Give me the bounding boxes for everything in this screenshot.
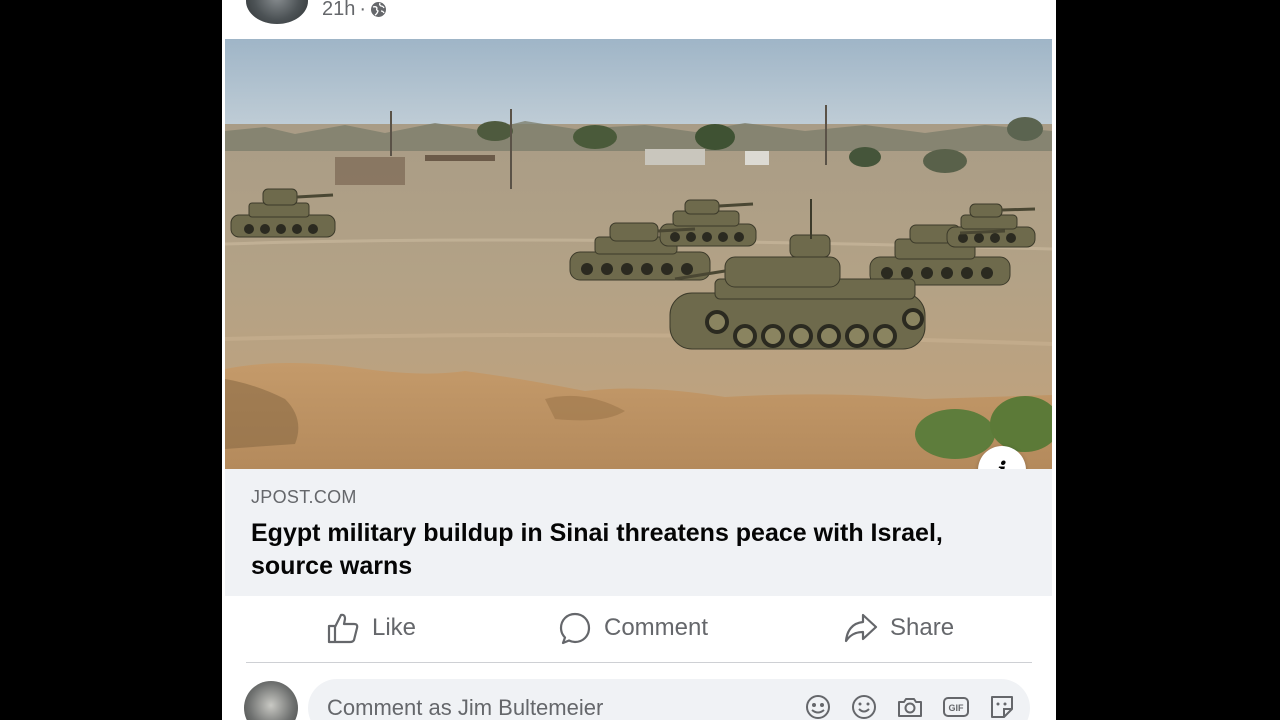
svg-text:GIF: GIF <box>949 703 965 713</box>
current-user-avatar[interactable] <box>244 681 298 720</box>
post-meta: 21h · <box>322 0 387 21</box>
share-button[interactable]: Share <box>844 611 954 645</box>
share-arrow-icon <box>844 611 878 645</box>
comment-placeholder: Comment as Jim Bultemeier <box>327 695 604 720</box>
post-actions: Like Comment Share <box>222 596 1056 662</box>
comment-button[interactable]: Comment <box>558 611 708 645</box>
comment-bubble-icon <box>558 611 592 645</box>
like-button[interactable]: Like <box>326 611 416 645</box>
sticker-icon[interactable] <box>988 693 1016 720</box>
comment-composer: Comment as Jim Bultemeier GIF <box>222 663 1056 720</box>
author-avatar[interactable] <box>246 0 308 24</box>
link-preview-caption[interactable]: JPOST.COM Egypt military buildup in Sina… <box>225 469 1052 596</box>
avatar-sticker-icon[interactable] <box>804 693 832 720</box>
globe-icon[interactable] <box>370 1 387 18</box>
post-timestamp[interactable]: 21h <box>322 0 355 21</box>
emoji-icon[interactable] <box>850 693 878 720</box>
comment-label: Comment <box>604 614 709 641</box>
post-header: 21h · <box>222 0 1056 38</box>
comment-input[interactable]: Comment as Jim Bultemeier GIF <box>308 679 1030 720</box>
meta-separator: · <box>359 0 367 20</box>
comment-tools: GIF <box>804 693 1016 720</box>
thumbs-up-icon <box>326 611 360 645</box>
post-card: 21h · JPOST.COM Egypt military buildup i… <box>222 0 1056 720</box>
camera-icon[interactable] <box>896 693 924 720</box>
gif-icon[interactable]: GIF <box>942 693 970 720</box>
share-label: Share <box>890 614 955 641</box>
link-domain: JPOST.COM <box>251 487 357 507</box>
like-label: Like <box>372 614 417 641</box>
link-preview-image[interactable] <box>225 39 1052 469</box>
link-headline[interactable]: Egypt military buildup in Sinai threaten… <box>251 517 1031 583</box>
